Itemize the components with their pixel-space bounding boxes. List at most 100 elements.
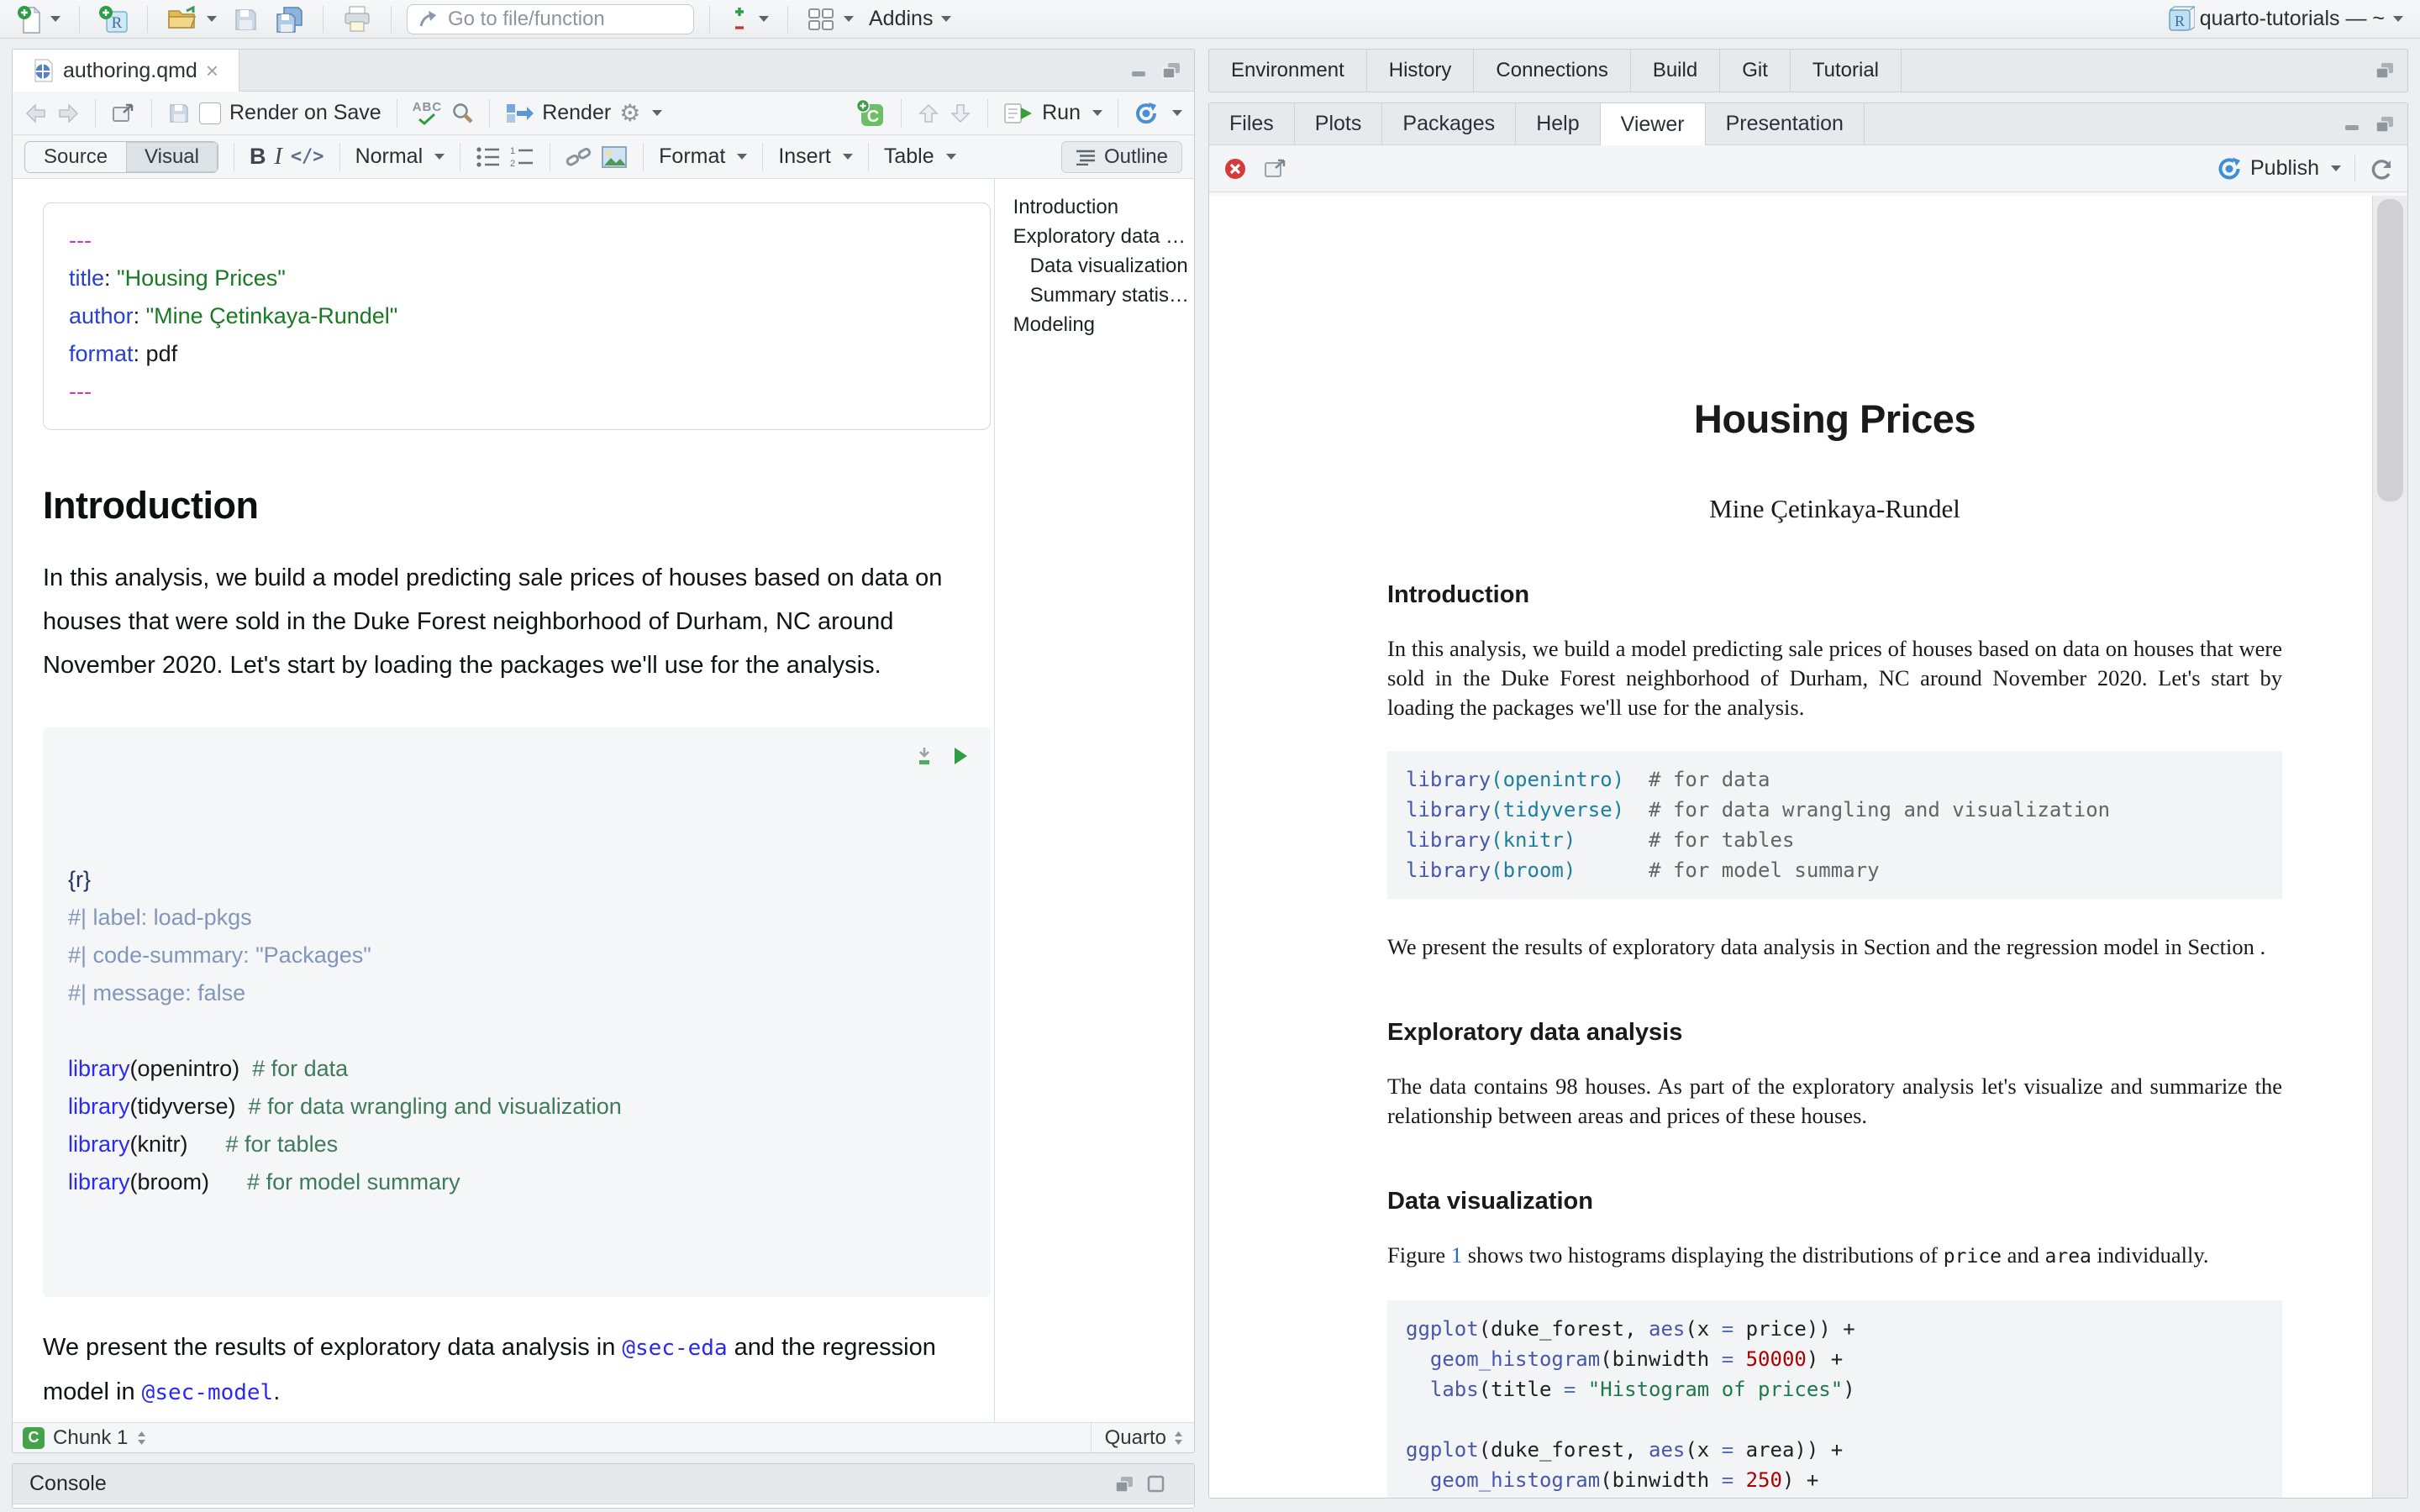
pdf-scrollbar[interactable] bbox=[2372, 196, 2407, 1498]
table-menu[interactable]: Table bbox=[884, 144, 934, 169]
format-menu[interactable]: Format bbox=[659, 144, 725, 169]
outline-toggle-button[interactable]: Outline bbox=[1061, 141, 1182, 173]
viewer-tabbar: Files Plots Packages Help Viewer Present… bbox=[1209, 103, 2407, 145]
outline-item-eda[interactable]: Exploratory data … bbox=[1013, 222, 1194, 251]
console-maximize-icon[interactable] bbox=[1113, 1475, 1135, 1494]
console-restore-icon[interactable] bbox=[1147, 1475, 1165, 1494]
spellcheck-icon[interactable]: ABC bbox=[413, 101, 443, 125]
tab-connections[interactable]: Connections bbox=[1474, 50, 1630, 92]
save-button[interactable] bbox=[229, 4, 262, 34]
editor-tab-authoring[interactable]: authoring.qmd × bbox=[13, 50, 239, 92]
run-label[interactable]: Run bbox=[1042, 101, 1081, 125]
code-chunk-load-pkgs[interactable]: {r}#| label: load-pkgs#| code-summary: "… bbox=[43, 727, 991, 1297]
viewer-maximize-icon[interactable] bbox=[2374, 115, 2396, 134]
viewer-minimize-icon[interactable] bbox=[2344, 117, 2362, 132]
new-project-icon: R bbox=[98, 4, 129, 34]
visual-mode-button[interactable]: Visual bbox=[126, 142, 218, 172]
chunk-options-icon[interactable] bbox=[915, 746, 934, 766]
pdf-scrollbar-thumb[interactable] bbox=[2377, 199, 2403, 501]
rerun-icon[interactable] bbox=[1134, 101, 1160, 126]
tab-help[interactable]: Help bbox=[1516, 103, 1600, 144]
version-control-diff-icon bbox=[729, 5, 750, 34]
insert-menu[interactable]: Insert bbox=[778, 144, 831, 169]
open-file-caret bbox=[207, 16, 217, 22]
tab-tutorial[interactable]: Tutorial bbox=[1791, 50, 1902, 92]
rerun-caret[interactable] bbox=[1172, 110, 1182, 116]
inline-code-button[interactable]: </> bbox=[291, 146, 324, 167]
visual-editor-canvas[interactable]: ---title: "Housing Prices"author: "Mine … bbox=[13, 179, 994, 1422]
addins-button[interactable]: Addins bbox=[865, 5, 955, 33]
editor-toolbar-primary: Render on Save ABC Render ⚙ C Run bbox=[13, 92, 1194, 135]
tab-git[interactable]: Git bbox=[1720, 50, 1791, 92]
render-options-caret[interactable] bbox=[652, 110, 662, 116]
doc-heading-introduction[interactable]: Introduction bbox=[43, 484, 994, 528]
outline-lines-icon bbox=[1076, 149, 1096, 165]
go-prev-section-icon[interactable] bbox=[917, 102, 940, 125]
print-button[interactable] bbox=[339, 3, 376, 34]
link-icon[interactable] bbox=[566, 145, 592, 169]
save-icon[interactable] bbox=[167, 102, 191, 125]
paragraph-style-select[interactable]: Normal bbox=[355, 144, 424, 169]
bold-button[interactable]: B bbox=[250, 144, 266, 170]
tab-viewer[interactable]: Viewer bbox=[1601, 103, 1706, 145]
go-next-section-icon[interactable] bbox=[949, 102, 972, 125]
render-options-gear-icon[interactable]: ⚙ bbox=[619, 99, 640, 127]
console-title[interactable]: Console bbox=[29, 1472, 107, 1496]
maximize-pane-icon[interactable] bbox=[1160, 61, 1182, 80]
env-maximize-icon[interactable] bbox=[2374, 61, 2396, 80]
open-file-button[interactable] bbox=[163, 4, 220, 34]
workspace-panes-button[interactable] bbox=[803, 5, 857, 34]
editor-tab-label: authoring.qmd bbox=[63, 59, 197, 83]
doc-paragraph-intro[interactable]: In this analysis, we build a model predi… bbox=[43, 556, 991, 687]
outline-item-data-visualization[interactable]: Data visualization bbox=[1013, 251, 1194, 281]
version-control-button[interactable] bbox=[725, 3, 772, 35]
insert-chunk-icon[interactable]: C bbox=[855, 98, 886, 129]
back-icon[interactable] bbox=[24, 102, 48, 124]
run-caret[interactable] bbox=[1092, 110, 1102, 116]
render-on-save-checkbox[interactable] bbox=[199, 102, 221, 124]
forward-icon[interactable] bbox=[56, 102, 80, 124]
file-type-label[interactable]: Quarto bbox=[1105, 1426, 1166, 1450]
outline-item-summary-statistics[interactable]: Summary statis… bbox=[1013, 281, 1194, 310]
tab-close-icon[interactable]: × bbox=[206, 58, 218, 84]
outline-item-modeling[interactable]: Modeling bbox=[1013, 310, 1194, 339]
save-all-button[interactable] bbox=[271, 3, 308, 35]
bullet-list-icon[interactable] bbox=[476, 146, 501, 168]
new-project-button[interactable]: R bbox=[95, 3, 132, 36]
viewer-popout-icon[interactable] bbox=[1263, 157, 1288, 181]
doc-paragraph-crossrefs[interactable]: We present the results of exploratory da… bbox=[43, 1326, 991, 1415]
project-menu-button[interactable]: R quarto-tutorials — ~ bbox=[2163, 3, 2407, 35]
run-chunk-icon[interactable] bbox=[952, 746, 969, 766]
run-icon[interactable] bbox=[1003, 101, 1034, 126]
new-file-button[interactable] bbox=[13, 3, 64, 36]
refresh-viewer-icon[interactable] bbox=[2369, 156, 2394, 181]
format-menu-caret[interactable] bbox=[737, 154, 747, 160]
goto-file-input[interactable]: Go to file/function bbox=[407, 4, 694, 34]
publish-button[interactable]: Publish bbox=[2217, 156, 2341, 181]
minimize-pane-icon[interactable] bbox=[1130, 63, 1149, 78]
tab-plots[interactable]: Plots bbox=[1295, 103, 1383, 144]
italic-button[interactable]: I bbox=[274, 144, 281, 171]
environment-pane: Environment History Connections Build Gi… bbox=[1208, 49, 2408, 92]
popout-window-icon[interactable] bbox=[111, 102, 136, 125]
render-label[interactable]: Render bbox=[542, 101, 611, 125]
paragraph-style-caret[interactable] bbox=[434, 154, 445, 160]
stop-viewer-icon[interactable] bbox=[1223, 156, 1248, 181]
tab-presentation[interactable]: Presentation bbox=[1706, 103, 1865, 144]
tab-environment[interactable]: Environment bbox=[1209, 50, 1367, 92]
tab-build[interactable]: Build bbox=[1631, 50, 1720, 92]
outline-item-introduction[interactable]: Introduction bbox=[1013, 192, 1194, 222]
numbered-list-icon[interactable]: 12 bbox=[509, 146, 534, 168]
pdf-code-ggplot: ggplot(duke_forest, aes(x = price)) + ge… bbox=[1387, 1300, 2282, 1498]
yaml-metadata-block[interactable]: ---title: "Housing Prices"author: "Mine … bbox=[43, 202, 991, 430]
cursor-position-label[interactable]: Chunk 1 bbox=[53, 1426, 128, 1450]
render-icon[interactable] bbox=[505, 102, 534, 125]
search-icon[interactable] bbox=[450, 102, 474, 125]
insert-menu-caret[interactable] bbox=[843, 154, 853, 160]
table-menu-caret[interactable] bbox=[946, 154, 956, 160]
tab-history[interactable]: History bbox=[1367, 50, 1475, 92]
source-mode-button[interactable]: Source bbox=[25, 142, 126, 172]
tab-packages[interactable]: Packages bbox=[1382, 103, 1516, 144]
tab-files[interactable]: Files bbox=[1209, 103, 1295, 144]
image-icon[interactable] bbox=[601, 145, 628, 169]
